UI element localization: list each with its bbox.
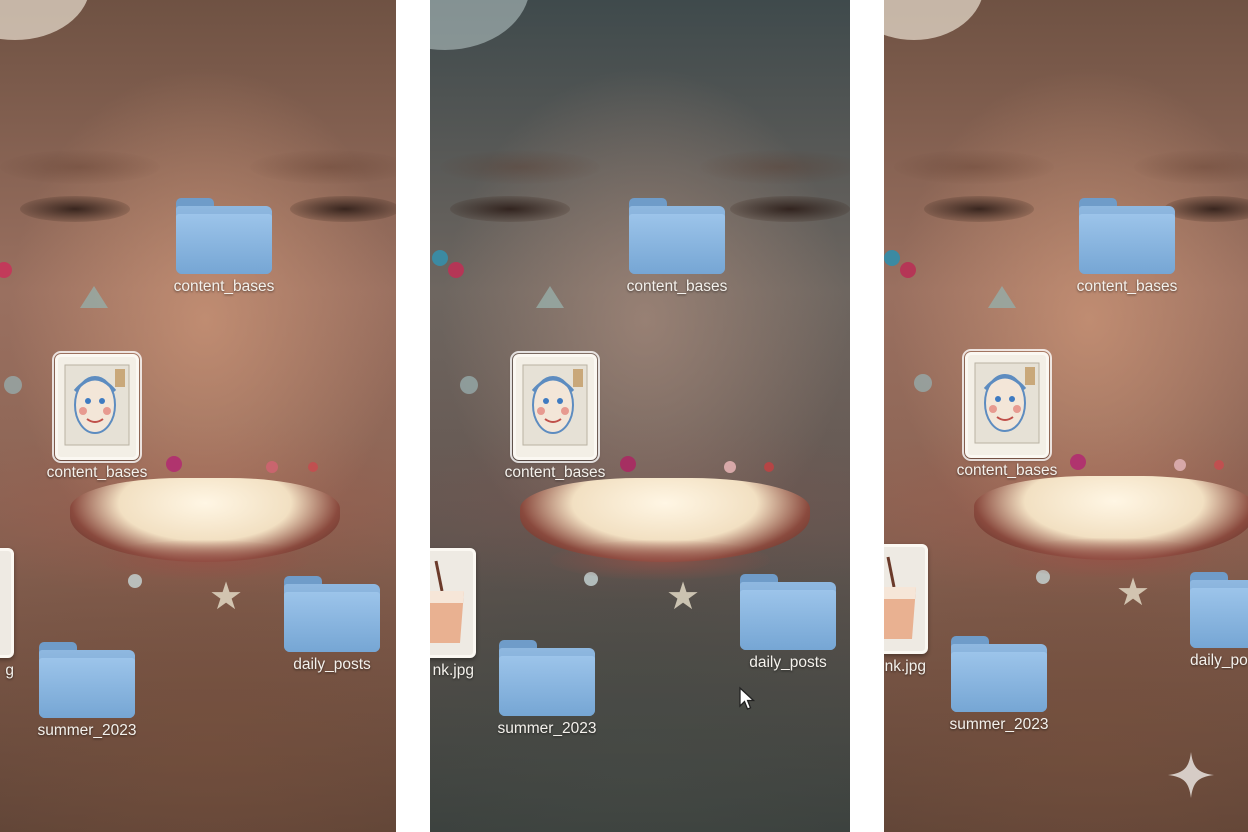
file-label: content_bases — [504, 464, 606, 481]
desktop-panel-left: ★ content_bases content_bases g daily_po… — [0, 0, 396, 832]
gem — [1214, 460, 1224, 470]
folder-daily-posts[interactable]: daily_po — [1190, 572, 1248, 670]
gem — [620, 456, 636, 472]
folder-label: content_bases — [626, 278, 728, 295]
gem — [308, 462, 318, 472]
file-drink-image[interactable]: g — [0, 548, 14, 680]
folder-icon — [1079, 198, 1175, 274]
folder-label: summer_2023 — [497, 720, 597, 737]
file-content-bases-image[interactable]: content_bases — [40, 351, 154, 482]
folder-icon — [284, 576, 380, 652]
folder-icon — [176, 198, 272, 274]
file-label: nk.jpg — [432, 662, 474, 679]
lip — [1004, 538, 1214, 578]
gem — [884, 250, 900, 266]
gem-triangle — [536, 286, 564, 308]
file-drink-image[interactable]: nk.jpg — [430, 548, 476, 680]
folder-summer-2023[interactable]: summer_2023 — [32, 642, 142, 740]
folder-label: content_bases — [173, 278, 275, 295]
gem — [764, 462, 774, 472]
drawing-thumbnail-icon — [510, 351, 600, 463]
eye — [924, 196, 1034, 222]
folder-icon — [629, 198, 725, 274]
eye — [730, 196, 850, 222]
drink-thumbnail-icon — [430, 548, 476, 658]
file-label: g — [5, 662, 14, 679]
star-sticker: ★ — [209, 576, 244, 618]
folder-label: daily_posts — [293, 656, 371, 673]
folder-daily-posts[interactable]: daily_posts — [280, 576, 384, 674]
eye — [20, 196, 130, 222]
gem-triangle — [988, 286, 1016, 308]
folder-content-bases[interactable]: content_bases — [169, 198, 279, 296]
eye — [290, 196, 396, 222]
gem — [914, 374, 932, 392]
folder-icon — [740, 574, 836, 650]
folder-summer-2023[interactable]: summer_2023 — [492, 640, 602, 738]
brow — [700, 150, 850, 184]
drawing-thumbnail-icon — [52, 351, 142, 463]
brow — [0, 150, 160, 184]
folder-summer-2023[interactable]: summer_2023 — [944, 636, 1054, 734]
gem — [128, 574, 142, 588]
folder-label: summer_2023 — [949, 716, 1049, 733]
gem — [1174, 459, 1186, 471]
file-drink-image[interactable]: nk.jpg — [884, 544, 928, 676]
gem — [4, 376, 22, 394]
gem — [900, 262, 916, 278]
gem — [448, 262, 464, 278]
folder-icon — [39, 642, 135, 718]
gem — [266, 461, 278, 473]
star-sticker: ★ — [666, 576, 701, 618]
file-label: content_bases — [956, 462, 1058, 479]
folder-label: content_bases — [1076, 278, 1178, 295]
folder-label: daily_po — [1190, 652, 1248, 669]
file-label: content_bases — [46, 464, 148, 481]
drink-thumbnail-icon — [884, 544, 928, 654]
brow — [894, 150, 1054, 184]
folder-content-bases[interactable]: content_bases — [1071, 198, 1183, 296]
folder-icon — [1190, 572, 1248, 648]
folder-label: daily_posts — [749, 654, 827, 671]
folder-content-bases[interactable]: content_bases — [621, 198, 733, 296]
gem — [432, 250, 448, 266]
file-content-bases-image[interactable]: content_bases — [498, 351, 612, 482]
gem — [1070, 454, 1086, 470]
gem — [460, 376, 478, 394]
drink-thumbnail-icon — [0, 548, 14, 658]
folder-daily-posts[interactable]: daily_posts — [736, 574, 840, 672]
brow — [440, 150, 600, 184]
brow — [250, 150, 396, 184]
wallpaper-photo — [884, 0, 1248, 832]
desktop-panel-right: ★ content_bases content_bases nk.jpg dai… — [884, 0, 1248, 832]
folder-icon — [499, 640, 595, 716]
mouse-pointer-icon — [739, 686, 756, 710]
file-content-bases-image[interactable]: content_bases — [950, 349, 1064, 480]
lip — [100, 540, 310, 580]
gem — [724, 461, 736, 473]
eye — [450, 196, 570, 222]
folder-label: summer_2023 — [37, 722, 137, 739]
desktop-panel-middle: ★ content_bases content_bases nk.jpg dai… — [430, 0, 850, 832]
drawing-thumbnail-icon — [962, 349, 1052, 461]
sparkle-icon — [1168, 752, 1214, 798]
gem-triangle — [80, 286, 108, 308]
folder-icon — [951, 636, 1047, 712]
file-label: nk.jpg — [884, 658, 926, 675]
star-sticker: ★ — [1116, 572, 1151, 614]
gem — [166, 456, 182, 472]
